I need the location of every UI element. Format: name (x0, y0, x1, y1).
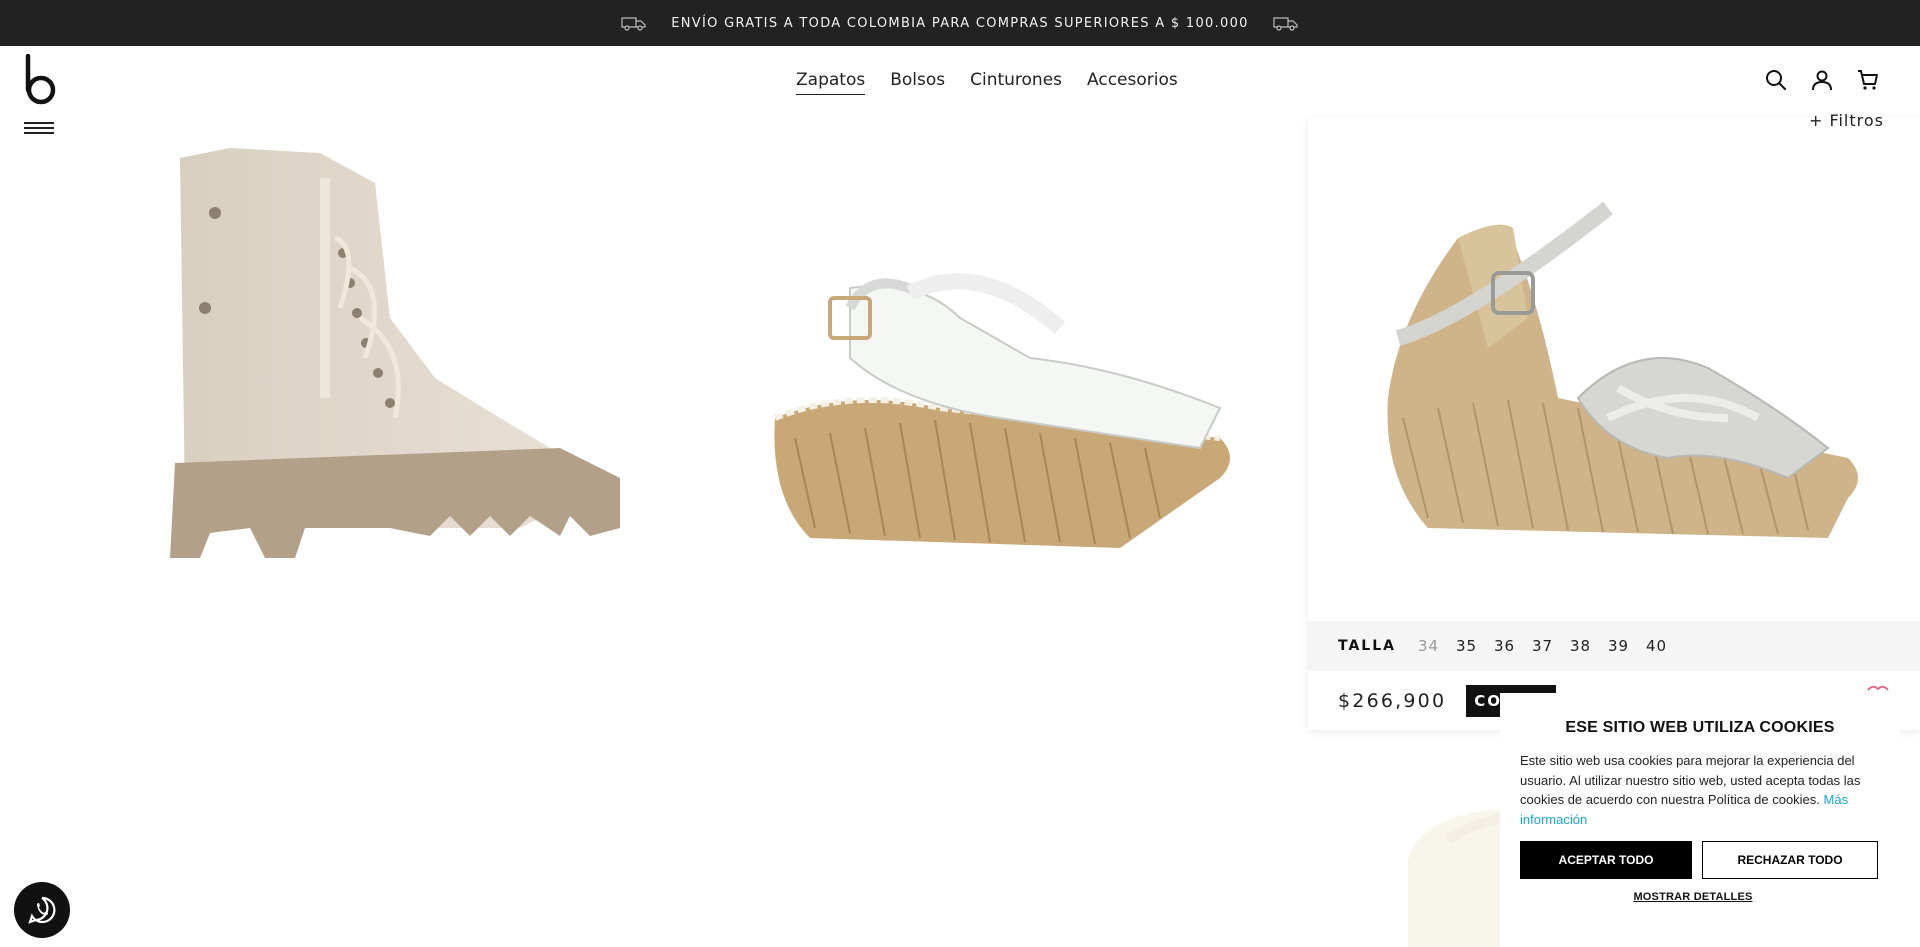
whatsapp-icon (28, 896, 56, 924)
size-label: TALLA (1338, 638, 1396, 654)
product-card-hovered[interactable]: TALLA 34 35 36 37 38 39 40 $266,900 COMP… (1308, 118, 1920, 730)
size-option-36[interactable]: 36 (1494, 637, 1532, 655)
nav-bolsos[interactable]: Bolsos (890, 70, 945, 95)
product-image[interactable] (700, 118, 1290, 638)
cookie-actions: ACEPTAR TODO RECHAZAR TODO (1520, 841, 1880, 879)
cookie-text: Este sitio web usa cookies para mejorar … (1520, 751, 1880, 829)
product-card[interactable] (90, 118, 680, 638)
size-selector: TALLA 34 35 36 37 38 39 40 (1308, 621, 1920, 671)
header-icons (1764, 68, 1880, 92)
main-nav: Zapatos Bolsos Cinturones Accesorios (796, 70, 1178, 95)
accept-all-button[interactable]: ACEPTAR TODO (1520, 841, 1692, 879)
product-price: $266,900 (1338, 689, 1447, 712)
product-image[interactable] (90, 118, 680, 638)
cookie-title: ESE SITIO WEB UTILIZA COOKIES (1565, 719, 1835, 736)
cookie-banner: ESE SITIO WEB UTILIZA COOKIES Este sitio… (1500, 693, 1900, 947)
cart-icon[interactable] (1856, 68, 1880, 92)
hamburger-icon[interactable] (24, 122, 54, 136)
truck-icon (1273, 17, 1298, 31)
truck-icon (621, 17, 646, 31)
reject-all-button[interactable]: RECHAZAR TODO (1702, 841, 1878, 879)
filters-button[interactable]: + Filtros (1809, 111, 1884, 130)
nav-zapatos[interactable]: Zapatos (796, 70, 866, 95)
promo-bar: ENVÍO GRATIS A TODA COLOMBIA PARA COMPRA… (0, 0, 1920, 46)
size-option-34[interactable]: 34 (1418, 637, 1456, 655)
user-icon[interactable] (1810, 68, 1834, 92)
product-card[interactable] (700, 118, 1290, 638)
cookie-body: Este sitio web usa cookies para mejorar … (1520, 753, 1861, 807)
nav-cinturones[interactable]: Cinturones (970, 70, 1062, 95)
nav-accesorios[interactable]: Accesorios (1087, 70, 1178, 95)
promo-text: ENVÍO GRATIS A TODA COLOMBIA PARA COMPRA… (671, 15, 1249, 31)
search-icon[interactable] (1764, 68, 1788, 92)
size-option-37[interactable]: 37 (1532, 637, 1570, 655)
size-option-40[interactable]: 40 (1646, 637, 1684, 655)
size-option-39[interactable]: 39 (1608, 637, 1646, 655)
size-option-35[interactable]: 35 (1456, 637, 1494, 655)
show-details-link[interactable]: MOSTRAR DETALLES (1520, 891, 1880, 903)
size-option-38[interactable]: 38 (1570, 637, 1608, 655)
site-header: Zapatos Bolsos Cinturones Accesorios (0, 46, 1920, 134)
product-image[interactable] (1308, 118, 1920, 622)
whatsapp-button[interactable] (14, 882, 70, 938)
brand-logo[interactable] (22, 54, 58, 106)
